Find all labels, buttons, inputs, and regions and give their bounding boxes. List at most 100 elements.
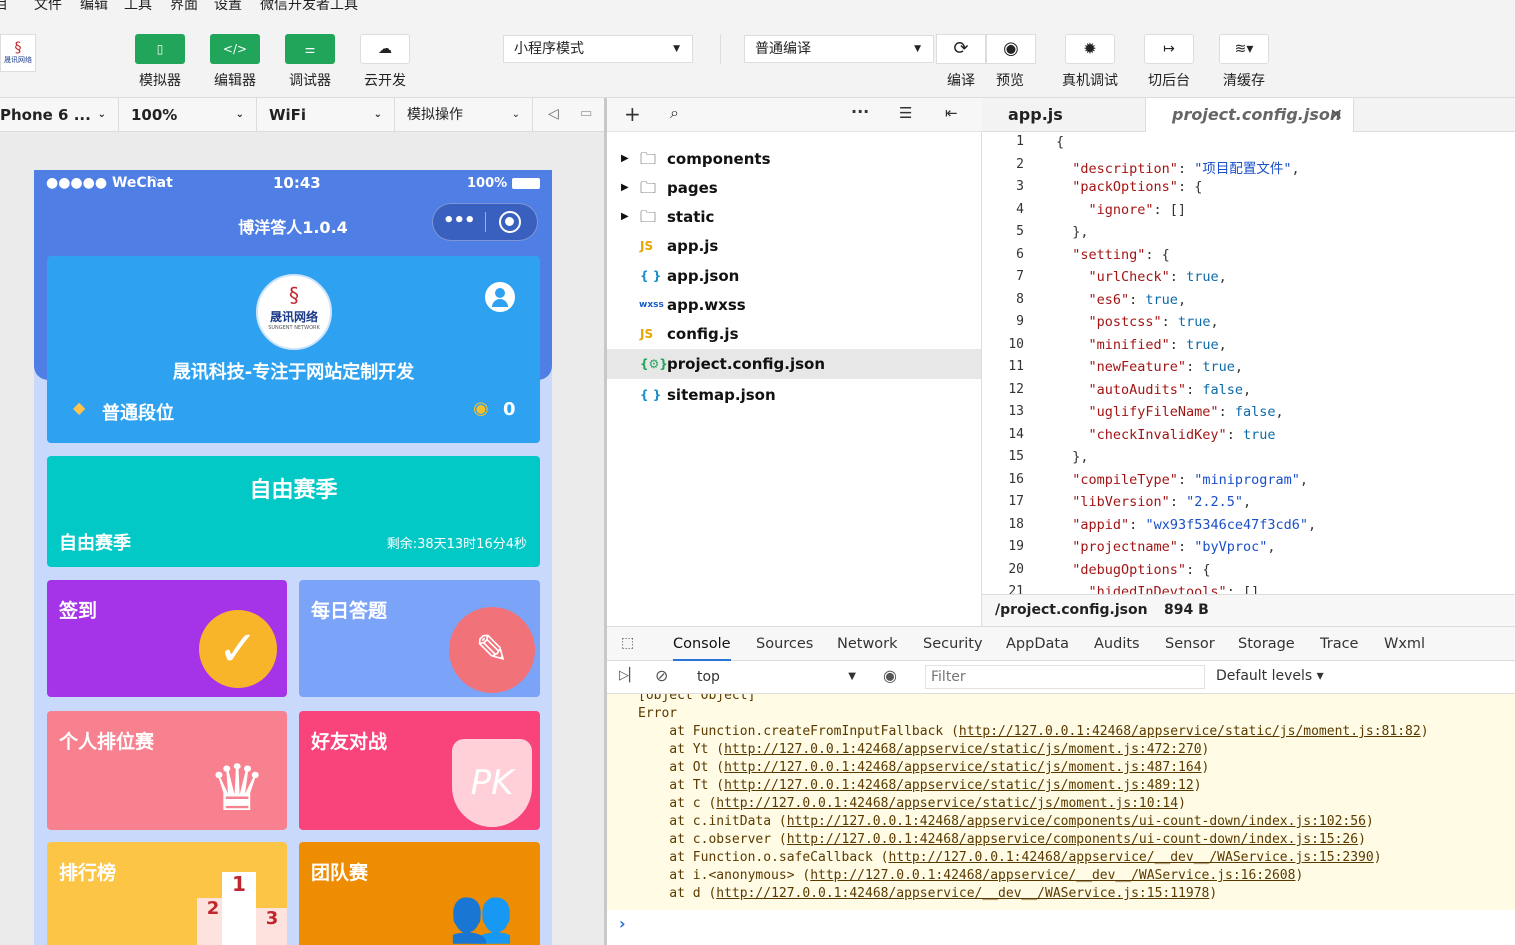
tab-trace[interactable]: Trace: [1320, 627, 1358, 661]
tree-item-app-wxss[interactable]: wxss app.wxss: [607, 290, 981, 320]
search-icon[interactable]: ⌕: [670, 103, 679, 123]
debugger-button[interactable]: ⚌: [285, 34, 335, 64]
stack-trace-link[interactable]: http://127.0.0.1:42468/appservice/static…: [716, 796, 1178, 811]
caret-right-icon[interactable]: ▶: [621, 173, 629, 203]
line-number: 7: [1016, 269, 1024, 284]
code-editor: app.js project.config.json ✕ 1 {2 "descri…: [982, 98, 1515, 626]
menu-item-tools[interactable]: 工具: [124, 0, 152, 12]
tree-item-app-js[interactable]: JS app.js: [607, 231, 981, 261]
file-explorer: + ⌕ ··· ☰ ⇤ ▶ 🗀 components ▶ 🗀 pages ▶ 🗀…: [607, 98, 982, 626]
rotate-icon[interactable]: ▭: [580, 106, 592, 121]
tab-console[interactable]: Console: [673, 627, 731, 661]
zoom-select[interactable]: 100% ⌄: [119, 98, 257, 132]
avatar[interactable]: § 晟讯网络: [0, 34, 36, 72]
log-text: ): [1295, 868, 1304, 883]
profile-card[interactable]: § 晟讯网络 SUNGENT NETWORK 晟讯科技-专注于网站定制开发 ◆ …: [47, 256, 540, 443]
close-icon[interactable]: ✕: [1330, 98, 1343, 132]
stack-trace-link[interactable]: http://127.0.0.1:42468/appservice/static…: [724, 760, 1201, 775]
console-prompt[interactable]: ›: [619, 914, 626, 933]
ranked-match-card[interactable]: 个人排位赛 ♛: [47, 711, 287, 830]
code-content[interactable]: 1 {2 "description": "项目配置文件", 3 "packOptio…: [982, 132, 1515, 594]
tab-appdata[interactable]: AppData: [1006, 627, 1069, 661]
tree-item-components[interactable]: ▶ 🗀 components: [607, 144, 981, 174]
more-icon[interactable]: ···: [851, 102, 869, 121]
checkin-card[interactable]: 签到 ✓: [47, 580, 287, 697]
preview-button[interactable]: ◉: [986, 34, 1036, 64]
add-icon[interactable]: +: [624, 102, 641, 126]
line-number: 6: [1016, 246, 1024, 262]
device-select[interactable]: Phone 6 ... ⌄: [0, 98, 119, 132]
log-levels-select[interactable]: Default levels ▾: [1216, 668, 1324, 684]
mode-select[interactable]: 小程序模式 ▼: [503, 35, 693, 63]
caret-right-icon[interactable]: ▶: [621, 144, 629, 174]
tree-item-label: components: [667, 150, 771, 168]
sidebar-toggle-icon[interactable]: ▷▏: [619, 668, 639, 683]
team-match-card[interactable]: 团队赛 👥: [299, 842, 540, 945]
background-button[interactable]: ↦: [1144, 34, 1194, 64]
menu-item-wechat-devtools[interactable]: 微信开发者工具: [260, 0, 358, 12]
daily-quiz-card[interactable]: 每日答题 ✎: [299, 580, 540, 697]
tab-sources[interactable]: Sources: [756, 627, 813, 661]
stack-trace-link[interactable]: http://127.0.0.1:42468/appservice/compon…: [787, 832, 1358, 847]
collapse-all-icon[interactable]: ☰: [899, 104, 912, 122]
network-select[interactable]: WiFi ⌄: [257, 98, 395, 132]
tab-security[interactable]: Security: [923, 627, 983, 661]
compile-button[interactable]: ⟳: [936, 34, 986, 64]
menu-item-project[interactable]: 目: [0, 0, 8, 12]
tree-item-app-json[interactable]: { } app.json: [607, 261, 981, 291]
tab-network[interactable]: Network: [837, 627, 898, 661]
editor-button[interactable]: </>: [210, 34, 260, 64]
tab-project-config-json[interactable]: project.config.json ✕: [1146, 98, 1354, 132]
compile-select-value: 普通编译: [755, 41, 811, 57]
volume-icon[interactable]: ◁: [548, 106, 559, 122]
capsule-menu[interactable]: •••: [432, 203, 538, 241]
cloud-button[interactable]: ☁: [360, 34, 410, 64]
tree-item-static[interactable]: ▶ 🗀 static: [607, 202, 981, 232]
tree-item-sitemap-json[interactable]: { } sitemap.json: [607, 380, 981, 410]
user-icon[interactable]: [485, 282, 515, 312]
checkmark-badge-icon: ✓: [199, 610, 277, 688]
tree-item-config-js[interactable]: JS config.js: [607, 319, 981, 349]
simulator-button[interactable]: ▯: [135, 34, 185, 64]
stack-trace-link[interactable]: http://127.0.0.1:42468/appservice/__dev_…: [716, 886, 1209, 901]
leaderboard-card[interactable]: 排行榜 2 1 3: [47, 842, 287, 945]
stack-trace-link[interactable]: http://127.0.0.1:42468/appservice/__dev_…: [810, 868, 1295, 883]
console-filter-input[interactable]: [925, 665, 1205, 689]
more-icon[interactable]: •••: [443, 210, 476, 231]
compile-select[interactable]: 普通编译 ▼: [744, 35, 934, 63]
inspect-icon[interactable]: ⬚: [621, 635, 634, 651]
tab-storage[interactable]: Storage: [1238, 627, 1295, 661]
js-file-icon: JS: [640, 327, 654, 341]
context-select[interactable]: top ▼: [689, 665, 864, 689]
podium-third: 3: [256, 908, 287, 945]
code-line: "postcss": true,: [1088, 314, 1219, 330]
friend-battle-card[interactable]: 好友对战 PK: [299, 711, 540, 830]
season-card[interactable]: 自由赛季 自由赛季 剩余:38天13时16分4秒: [47, 456, 540, 567]
tree-item-pages[interactable]: ▶ 🗀 pages: [607, 173, 981, 203]
wifi-icon: ◠: [149, 175, 157, 186]
stack-trace-link[interactable]: http://127.0.0.1:42468/appservice/static…: [724, 778, 1194, 793]
eye-icon[interactable]: ◉: [883, 666, 897, 685]
tab-app-js[interactable]: app.js: [982, 98, 1146, 132]
close-miniprogram-icon[interactable]: [499, 211, 521, 233]
tab-audits[interactable]: Audits: [1094, 627, 1140, 661]
clear-cache-button[interactable]: ≋▾: [1219, 34, 1269, 64]
stack-trace-link[interactable]: http://127.0.0.1:42468/appservice/static…: [724, 742, 1201, 757]
stack-trace-link[interactable]: http://127.0.0.1:42468/appservice/static…: [959, 724, 1421, 739]
log-line: at c.initData (http://127.0.0.1:42468/ap…: [638, 814, 1373, 829]
tree-item-project-config-json[interactable]: {⚙} project.config.json: [607, 349, 981, 379]
tab-sensor[interactable]: Sensor: [1165, 627, 1215, 661]
tree-item-label: app.wxss: [667, 296, 746, 314]
caret-right-icon[interactable]: ▶: [621, 202, 629, 232]
clear-console-icon[interactable]: ⊘: [655, 666, 668, 685]
collapse-panel-icon[interactable]: ⇤: [945, 104, 958, 122]
tab-wxml[interactable]: Wxml: [1384, 627, 1425, 661]
stack-trace-link[interactable]: http://127.0.0.1:42468/appservice/compon…: [787, 814, 1366, 829]
menu-item-interface[interactable]: 界面: [170, 0, 198, 12]
menu-item-edit[interactable]: 编辑: [80, 0, 108, 12]
real-device-debug-button[interactable]: ✹: [1065, 34, 1115, 64]
menu-item-file[interactable]: 文件: [34, 0, 62, 12]
menu-item-settings[interactable]: 设置: [214, 0, 242, 12]
operation-select[interactable]: 模拟操作 ⌄: [395, 98, 533, 132]
stack-trace-link[interactable]: http://127.0.0.1:42468/appservice/__dev_…: [888, 850, 1373, 865]
